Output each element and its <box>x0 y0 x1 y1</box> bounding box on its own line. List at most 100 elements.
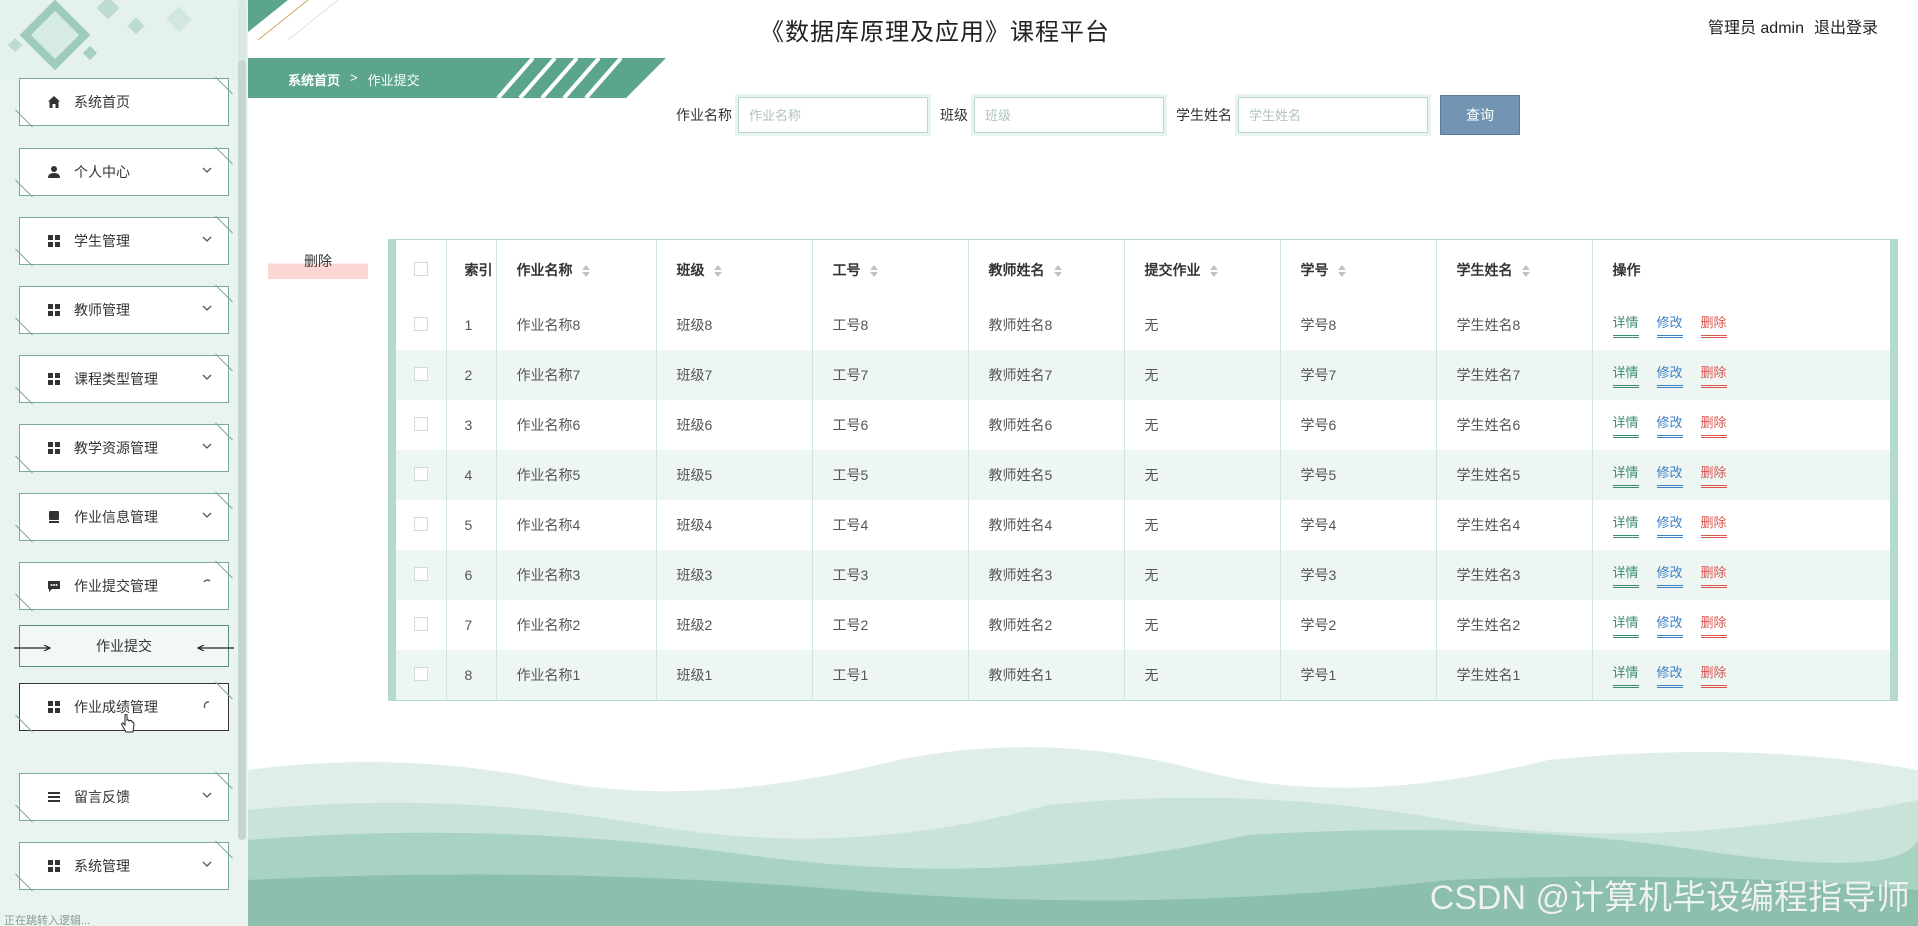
row-checkbox[interactable] <box>414 666 428 681</box>
loading-icon <box>203 701 210 709</box>
table-cell: 学生姓名1 <box>1436 650 1593 700</box>
row-checkbox[interactable] <box>414 566 428 581</box>
sidebar-item-teaching-resource-management[interactable]: 教学资源管理 <box>19 424 229 472</box>
row-select-cell <box>396 600 447 650</box>
sidebar-item-personal-center[interactable]: 个人中心 <box>19 148 229 196</box>
sidebar-subitem-homework-submission[interactable]: 作业提交 <box>14 625 234 667</box>
sort-icon[interactable] <box>582 265 591 278</box>
table-cell: 教师姓名3 <box>968 550 1125 600</box>
chevron-down-icon <box>202 305 212 311</box>
sidebar-item-course-type-management[interactable]: 课程类型管理 <box>19 355 229 403</box>
sidebar-item-label: 作业提交管理 <box>74 578 158 594</box>
table-cell: 工号2 <box>812 600 969 650</box>
table-cell: 工号6 <box>812 400 969 450</box>
detail-link[interactable]: 详情 <box>1612 412 1639 438</box>
sidebar-item-homework-grade-management[interactable]: 作业成绩管理 <box>19 683 229 733</box>
detail-link[interactable]: 详情 <box>1612 512 1639 538</box>
delete-link[interactable]: 删除 <box>1700 662 1727 688</box>
sort-icon[interactable] <box>870 265 879 278</box>
column-header-label: 班级 <box>676 262 705 278</box>
edit-link[interactable]: 修改 <box>1656 612 1683 638</box>
row-select-cell <box>396 300 447 350</box>
row-checkbox[interactable] <box>414 466 428 481</box>
table-cell: 学号1 <box>1280 650 1437 700</box>
batch-delete-button[interactable]: 删除 <box>268 245 368 279</box>
delete-link[interactable]: 删除 <box>1700 612 1727 638</box>
column-header-label: 教师姓名 <box>988 262 1045 278</box>
edit-link[interactable]: 修改 <box>1656 462 1683 488</box>
sidebar-item-homework-submission-management[interactable]: 作业提交管理 <box>19 562 229 610</box>
edit-link[interactable]: 修改 <box>1656 562 1683 588</box>
user-area: 管理员 admin 退出登录 <box>1708 14 1878 38</box>
row-checkbox[interactable] <box>414 616 428 631</box>
arrow-left-icon <box>196 645 234 651</box>
edit-link[interactable]: 修改 <box>1656 512 1683 538</box>
query-button[interactable]: 查询 <box>1440 95 1520 135</box>
grid-icon <box>46 233 62 249</box>
sidebar-item-label: 教师管理 <box>74 302 130 318</box>
table-cell: 工号7 <box>812 350 969 400</box>
username: admin <box>1760 20 1804 37</box>
column-header[interactable]: 教师姓名 <box>968 240 1125 300</box>
row-checkbox[interactable] <box>414 366 428 381</box>
table-cell: 工号5 <box>812 450 969 500</box>
sidebar-item-message-feedback[interactable]: 留言反馈 <box>19 773 229 821</box>
class-label: 班级 <box>940 107 968 123</box>
table-cell: 教师姓名4 <box>968 500 1125 550</box>
edit-link[interactable]: 修改 <box>1656 362 1683 388</box>
column-header[interactable]: 提交作业 <box>1124 240 1281 300</box>
delete-link[interactable]: 删除 <box>1700 362 1727 388</box>
breadcrumb-home[interactable]: 系统首页 <box>288 70 340 89</box>
sort-icon[interactable] <box>1338 265 1347 278</box>
delete-link[interactable]: 删除 <box>1700 412 1727 438</box>
grid-icon <box>46 371 62 387</box>
edit-link[interactable]: 修改 <box>1656 312 1683 338</box>
column-header[interactable]: 班级 <box>656 240 813 300</box>
row-checkbox[interactable] <box>414 416 428 431</box>
table-cell: 学号3 <box>1280 550 1437 600</box>
delete-link[interactable]: 删除 <box>1700 512 1727 538</box>
sidebar-item-label: 教学资源管理 <box>74 440 158 456</box>
column-header[interactable]: 学生姓名 <box>1436 240 1593 300</box>
student-name-input[interactable] <box>1235 94 1431 136</box>
sidebar-scrollbar-thumb[interactable] <box>238 60 246 840</box>
delete-link[interactable]: 删除 <box>1700 562 1727 588</box>
table-cell: 学生姓名3 <box>1436 550 1593 600</box>
sidebar-item-teacher-management[interactable]: 教师管理 <box>19 286 229 334</box>
row-checkbox[interactable] <box>414 516 428 531</box>
column-header[interactable]: 作业名称 <box>496 240 657 300</box>
table-cell: 班级1 <box>656 650 813 700</box>
detail-link[interactable]: 详情 <box>1612 662 1639 688</box>
column-header[interactable]: 工号 <box>812 240 969 300</box>
grid-icon <box>46 440 62 456</box>
edit-link[interactable]: 修改 <box>1656 662 1683 688</box>
detail-link[interactable]: 详情 <box>1612 462 1639 488</box>
sidebar-item-home[interactable]: 系统首页 <box>19 78 229 126</box>
sort-icon[interactable] <box>714 265 723 278</box>
sidebar-item-student-management[interactable]: 学生管理 <box>19 217 229 265</box>
table-cell: 无 <box>1124 500 1281 550</box>
sidebar-item-system-management[interactable]: 系统管理 <box>19 842 229 890</box>
row-checkbox[interactable] <box>414 316 428 331</box>
sort-icon[interactable] <box>1210 265 1219 278</box>
sort-icon[interactable] <box>1054 265 1063 278</box>
select-all-checkbox[interactable] <box>414 261 428 276</box>
search-bar: 作业名称 班级 学生姓名 查询 <box>670 94 1520 136</box>
detail-link[interactable]: 详情 <box>1612 312 1639 338</box>
detail-link[interactable]: 详情 <box>1612 612 1639 638</box>
edit-link[interactable]: 修改 <box>1656 412 1683 438</box>
delete-link[interactable]: 删除 <box>1700 462 1727 488</box>
column-header[interactable]: 学号 <box>1280 240 1437 300</box>
row-actions: 详情 修改 删除 <box>1592 650 1890 700</box>
sidebar-item-homework-info-management[interactable]: 作业信息管理 <box>19 493 229 541</box>
row-actions: 详情 修改 删除 <box>1592 550 1890 600</box>
table-row: 2 作业名称7 班级7 工号7 教师姓名7 无学号7 学生姓名7 详情 修改 删除 <box>396 350 1890 400</box>
sidebar-scrollbar[interactable] <box>238 0 246 840</box>
detail-link[interactable]: 详情 <box>1612 362 1639 388</box>
class-input[interactable] <box>971 94 1167 136</box>
delete-link[interactable]: 删除 <box>1700 312 1727 338</box>
logout-link[interactable]: 退出登录 <box>1814 14 1878 38</box>
detail-link[interactable]: 详情 <box>1612 562 1639 588</box>
sort-icon[interactable] <box>1522 265 1531 278</box>
homework-name-input[interactable] <box>735 94 931 136</box>
